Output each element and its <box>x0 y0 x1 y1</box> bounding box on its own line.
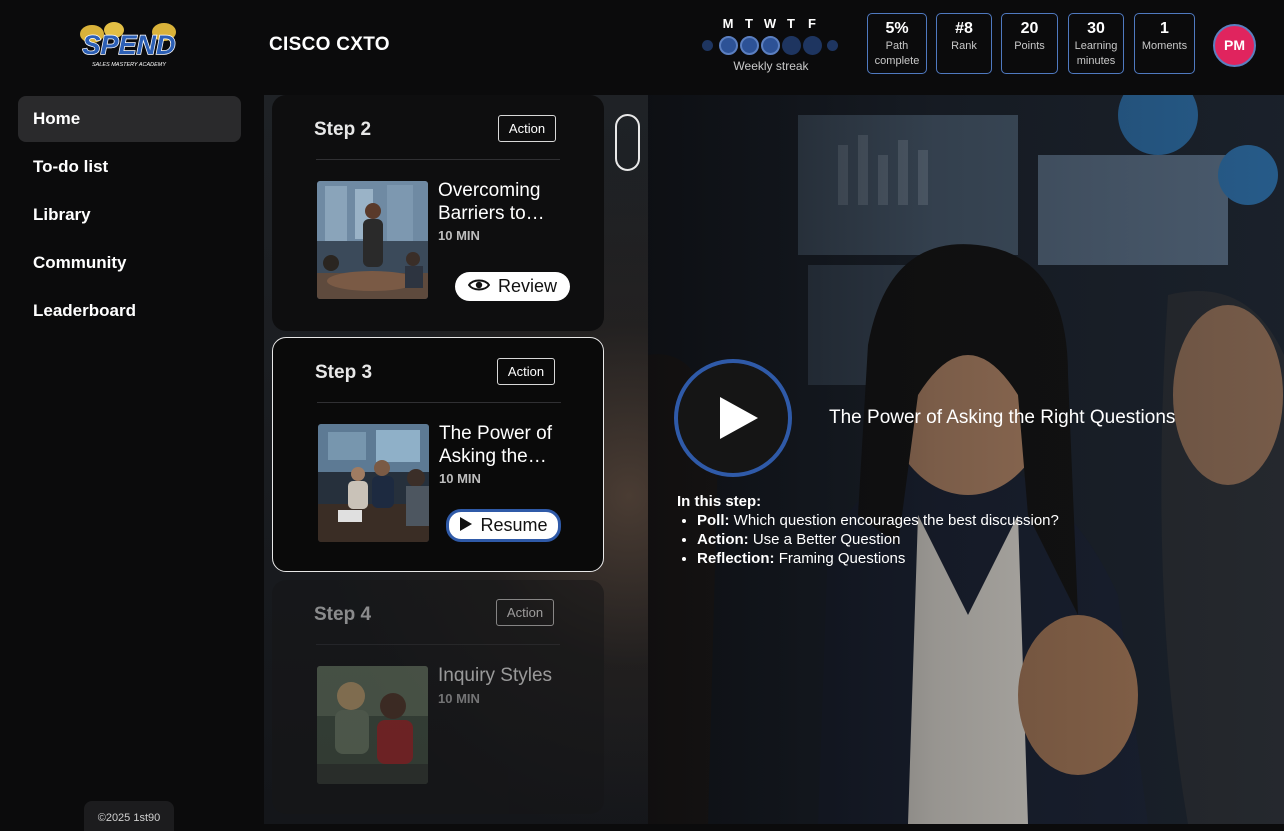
weekly-streak: M T W T F Weekly streak <box>700 16 842 76</box>
streak-day-mon: M <box>722 16 734 31</box>
sidebar-item-community[interactable]: Community <box>18 240 241 286</box>
step-name: The Power of Asking the… <box>439 423 552 467</box>
stat-label: Path complete <box>874 40 920 67</box>
stat-rank[interactable]: #8 Rank <box>936 13 992 74</box>
sidebar-item-library[interactable]: Library <box>18 192 241 238</box>
streak-dot-wed <box>761 36 780 55</box>
logo-subtitle: SALES MASTERY ACADEMY <box>92 62 166 68</box>
step-title: Step 2 <box>314 119 372 140</box>
app-title: CISCO CXTO <box>269 34 390 55</box>
step-info-heading: In this step: <box>677 493 762 510</box>
step-type-badge: Action <box>497 358 555 385</box>
sidebar: Home To-do list Library Community Leader… <box>0 95 264 831</box>
step-thumbnail[interactable] <box>318 424 429 542</box>
stat-path-complete[interactable]: 5% Path complete <box>867 13 927 74</box>
step-duration: 10 MIN <box>438 228 480 243</box>
stat-label: Moments <box>1141 40 1188 52</box>
step-title: Step 4 <box>314 604 372 625</box>
streak-day-fri: F <box>808 16 816 31</box>
spend-logo[interactable]: SPEND SALES MASTERY ACADEMY <box>74 20 184 70</box>
stat-label: Learning minutes <box>1074 40 1118 67</box>
step-info: In this step: Poll: Which question encou… <box>677 492 1059 568</box>
step-card-current[interactable]: Step 3 Action The Power of Asking the… 1… <box>272 337 604 572</box>
play-icon <box>459 515 473 536</box>
review-button[interactable]: Review <box>455 272 570 301</box>
top-header: SPEND SALES MASTERY ACADEMY CISCO CXTO M… <box>0 0 1284 95</box>
play-icon <box>720 397 758 439</box>
step-name: Inquiry Styles <box>438 665 553 686</box>
resume-button[interactable]: Resume <box>446 509 561 542</box>
step-info-item-reflection: Reflection: Framing Questions <box>697 549 1059 568</box>
scroll-handle[interactable] <box>615 114 640 171</box>
play-video-button[interactable] <box>674 359 792 477</box>
stat-learning-minutes[interactable]: 30 Learning minutes <box>1068 13 1124 74</box>
step-info-item-action: Action: Use a Better Question <box>697 530 1059 549</box>
step-info-label: Action: <box>697 531 749 548</box>
streak-dot-next <box>827 40 838 51</box>
step-duration: 10 MIN <box>439 471 481 486</box>
streak-dot-mon <box>719 36 738 55</box>
step-name: Overcoming Barriers to… <box>438 180 545 224</box>
step-info-text: Framing Questions <box>778 550 906 567</box>
stat-points[interactable]: 20 Points <box>1001 13 1058 74</box>
sidebar-item-todo[interactable]: To-do list <box>18 144 241 190</box>
streak-day-wed: W <box>763 16 777 31</box>
step-type-badge: Action <box>498 115 556 142</box>
stat-label: Points <box>1014 40 1045 52</box>
step-info-label: Poll: <box>697 512 730 529</box>
streak-day-tue: T <box>745 16 753 31</box>
sidebar-item-leaderboard[interactable]: Leaderboard <box>18 288 241 334</box>
stat-value: 20 <box>1020 20 1039 37</box>
stat-value: #8 <box>955 20 973 37</box>
streak-dot-thu <box>782 36 801 55</box>
step-divider <box>317 402 561 403</box>
steps-panel: Step 2 Action Overcoming Barriers to… 10… <box>264 95 648 824</box>
copyright-footer: ©2025 1st90 <box>84 801 174 831</box>
step-info-text: Use a Better Question <box>752 531 901 548</box>
resume-button-label: Resume <box>480 515 548 535</box>
step-info-text: Which question encourages the best discu… <box>733 512 1059 529</box>
stat-value: 1 <box>1160 20 1169 37</box>
step-thumbnail[interactable] <box>317 181 428 299</box>
logo-wordmark: SPEND <box>82 30 175 60</box>
step-thumbnail <box>317 666 428 784</box>
step-info-item-poll: Poll: Which question encourages the best… <box>697 511 1059 530</box>
step-divider <box>316 159 560 160</box>
hero-title: The Power of Asking the Right Questions <box>829 407 1176 428</box>
step-duration: 10 MIN <box>438 691 480 706</box>
stat-label: Rank <box>951 40 977 52</box>
step-info-label: Reflection: <box>697 550 775 567</box>
step-divider <box>316 644 560 645</box>
stat-value: 30 <box>1087 20 1105 37</box>
step-card-locked[interactable]: Step 4 Action Inquiry Styles 10 MIN <box>272 580 604 814</box>
streak-dot-fri <box>803 36 822 55</box>
step-type-badge: Action <box>496 599 554 626</box>
user-avatar[interactable]: PM <box>1213 24 1256 67</box>
streak-day-thu: T <box>787 16 795 31</box>
step-title: Step 3 <box>315 362 373 383</box>
eye-icon <box>467 276 491 297</box>
step-info-list: Poll: Which question encourages the best… <box>697 511 1059 568</box>
streak-dot-prev <box>702 40 713 51</box>
stat-value: 5% <box>885 20 909 37</box>
stat-moments[interactable]: 1 Moments <box>1134 13 1195 74</box>
review-button-label: Review <box>497 276 558 296</box>
streak-dot-tue <box>740 36 759 55</box>
step-card-completed[interactable]: Step 2 Action Overcoming Barriers to… 10… <box>272 95 604 331</box>
sidebar-item-home[interactable]: Home <box>18 96 241 142</box>
streak-label: Weekly streak <box>733 59 809 73</box>
